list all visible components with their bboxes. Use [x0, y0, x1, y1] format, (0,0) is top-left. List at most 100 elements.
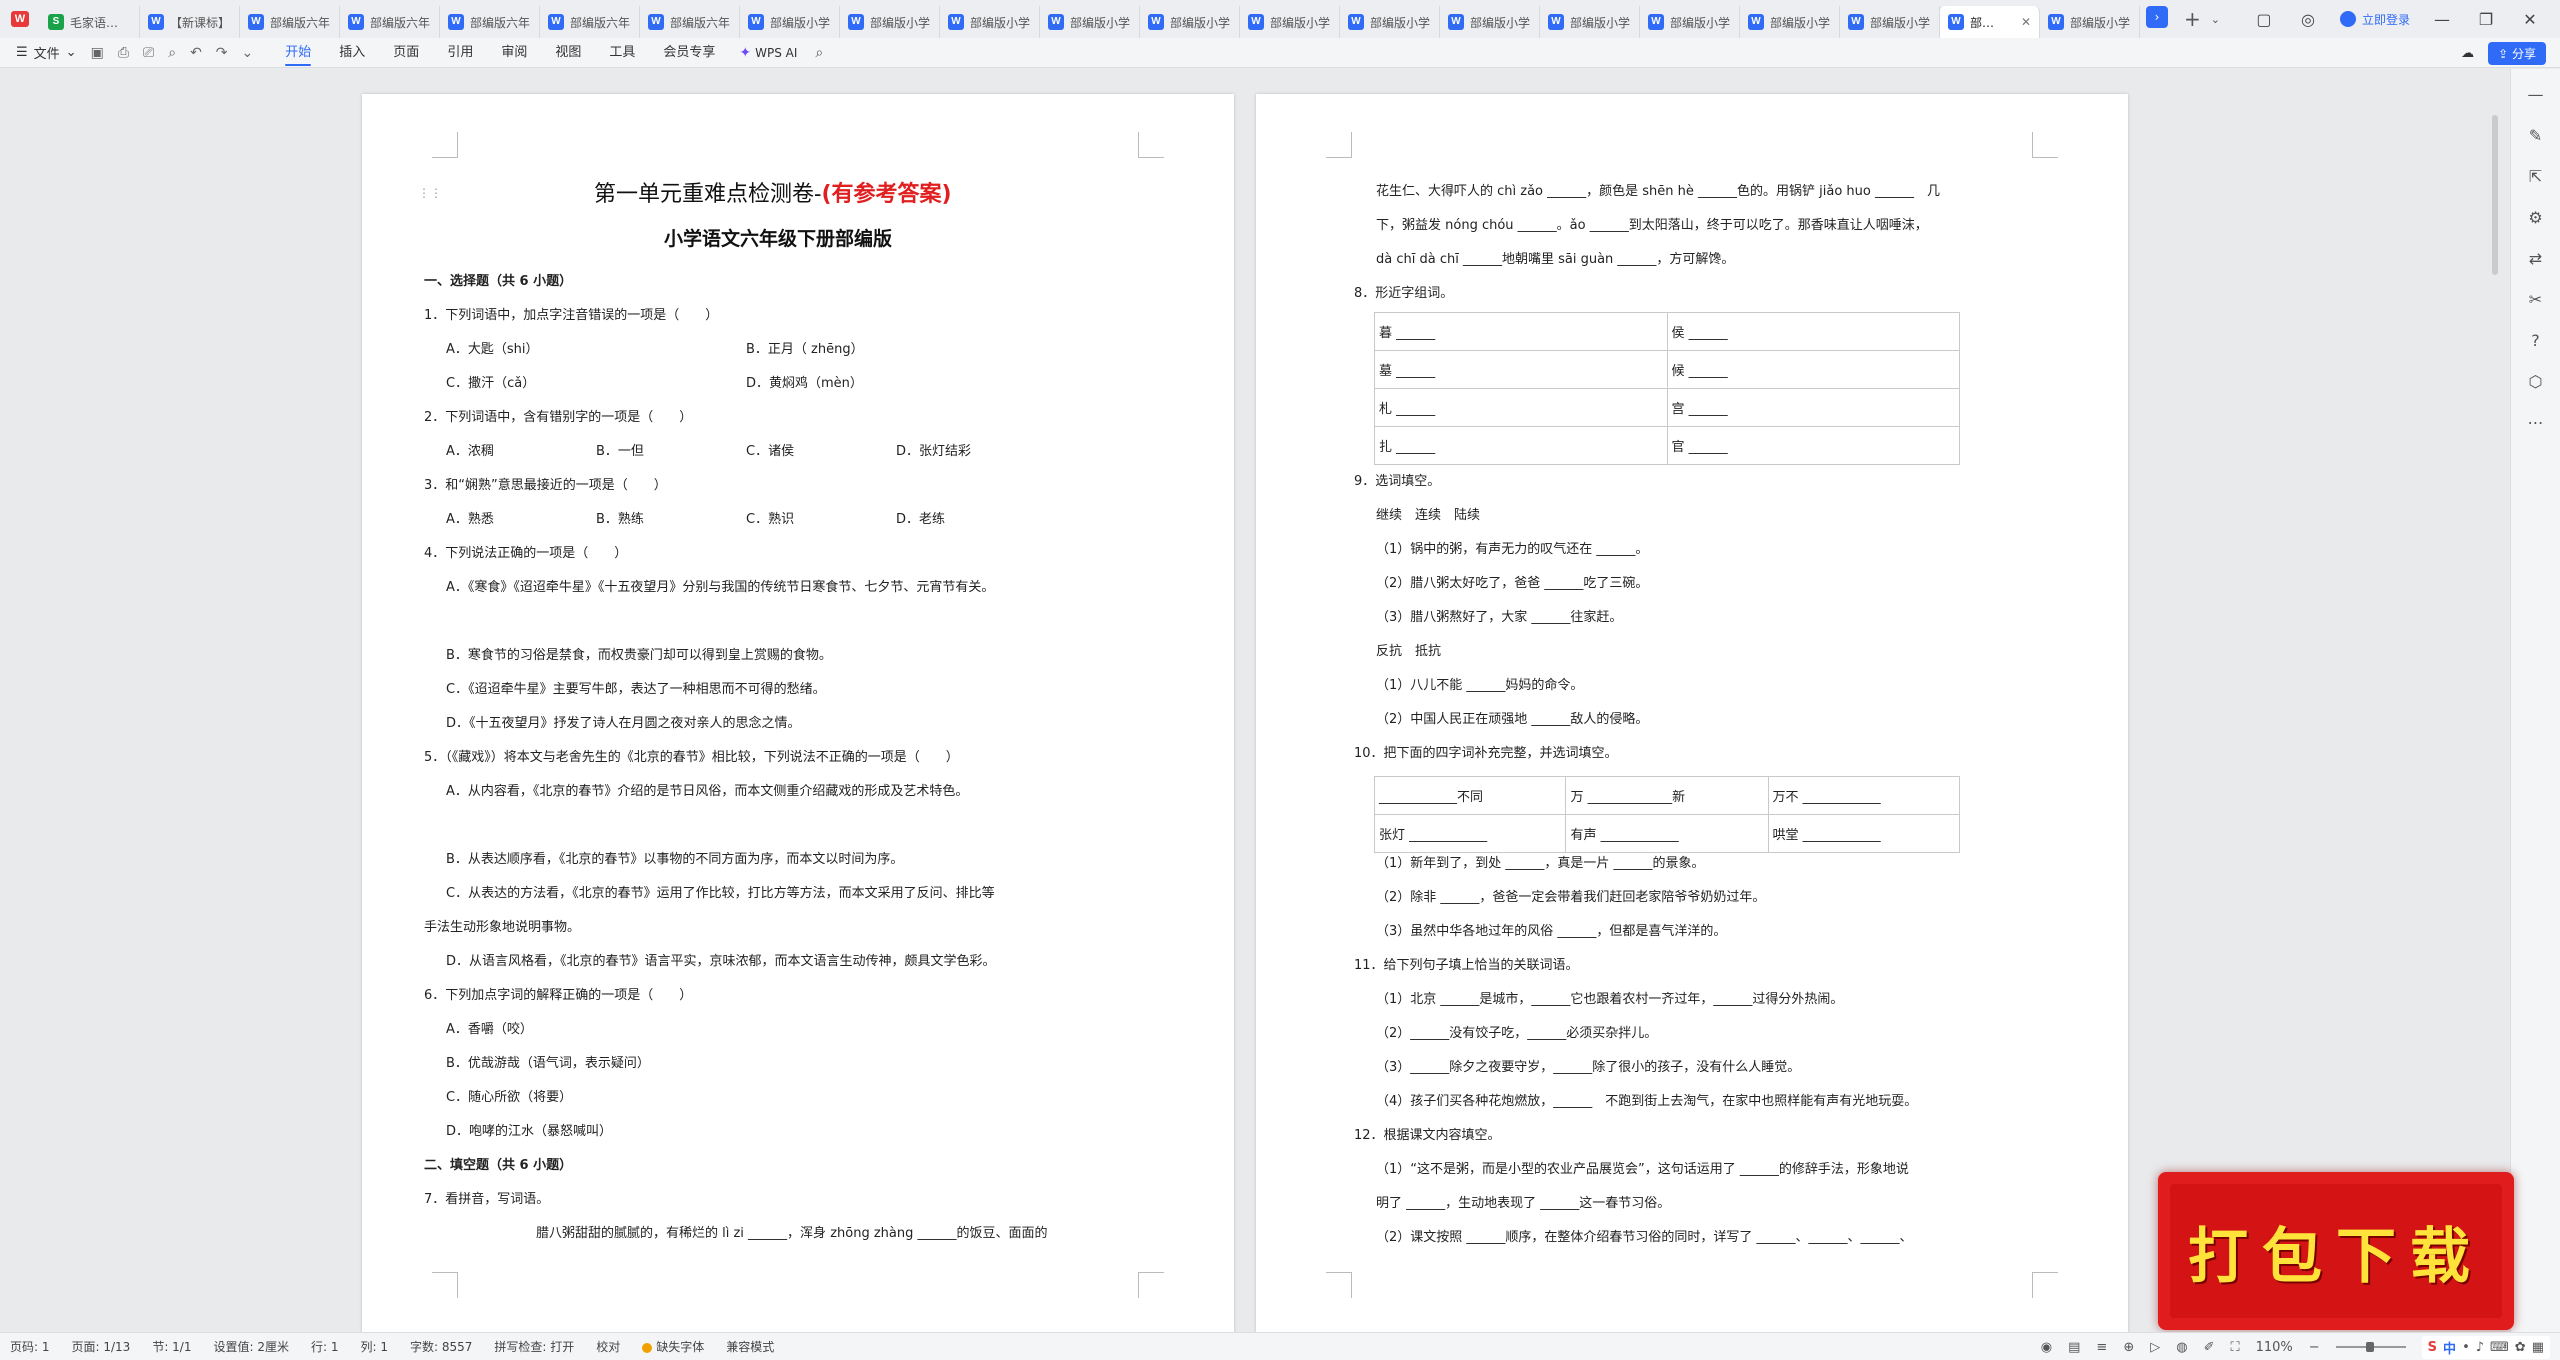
status-item[interactable]: 设置值: 2厘米	[213, 1338, 301, 1355]
tab-document[interactable]: W 部… ✕	[1940, 6, 2040, 38]
table-cell[interactable]: 墓 ______	[1374, 350, 1668, 389]
tab-document[interactable]: W 部编版小学	[840, 6, 940, 38]
table-cell[interactable]: 宫 ______	[1666, 388, 1960, 427]
tab-document[interactable]: W 部编版六年	[540, 6, 640, 38]
page-view-icon[interactable]: ▤	[2068, 1340, 2080, 1355]
edit-icon[interactable]: ✎	[2529, 126, 2542, 145]
undo-icon[interactable]: ↶	[190, 45, 202, 61]
more-tabs-icon[interactable]: ›	[2146, 6, 2168, 28]
minimize-icon[interactable]: —	[2430, 10, 2454, 29]
tab-document[interactable]: W 【新课标】	[140, 6, 240, 38]
status-item[interactable]: 字数: 8557	[410, 1338, 484, 1355]
eye-protection-icon[interactable]: ◉	[2041, 1340, 2052, 1355]
tab-menu-item[interactable]: 审阅	[487, 38, 541, 68]
tab-document[interactable]: W 部编版小学	[1240, 6, 1340, 38]
document-canvas[interactable]: ⋮⋮ 第一单元重难点检测卷-(有参考答案) 小学语文六年级下册部编版 一、选择题…	[0, 69, 2490, 1334]
pen-icon[interactable]: ✐	[2204, 1340, 2215, 1355]
select-icon[interactable]: ⇱	[2529, 167, 2542, 186]
more-icon[interactable]: ⋯	[2528, 413, 2544, 432]
quick-access-chevron-icon[interactable]: ⌄	[242, 45, 254, 61]
table-cell[interactable]: 万 _____________新	[1565, 776, 1769, 815]
page-2[interactable]: 暮 ______ 侯 ______ 墓 ______ 候 ______ 札 ______…	[1256, 94, 2128, 1334]
table-cell[interactable]: 暮 ______	[1374, 312, 1668, 351]
tab-menu-item[interactable]: 开始	[271, 38, 325, 68]
tab-document[interactable]: W 部编版六年	[440, 6, 540, 38]
share-button[interactable]: ⇪ 分享	[2488, 41, 2546, 65]
table-cell[interactable]: 候 ______	[1666, 350, 1960, 389]
wps-ai-button[interactable]: ✦ WPS AI	[729, 45, 807, 61]
table-cell[interactable]: 侯 ______	[1666, 312, 1960, 351]
download-banner[interactable]: 打包下载	[2158, 1172, 2514, 1330]
new-tab-icon[interactable]: +	[2174, 7, 2211, 31]
print-preview-icon[interactable]: ⌕	[168, 45, 176, 61]
page-1[interactable]: ⋮⋮ 第一单元重难点检测卷-(有参考答案) 小学语文六年级下册部编版 一、选择题…	[362, 94, 1234, 1334]
tab-menu-item[interactable]: 视图	[541, 38, 595, 68]
layout-icon[interactable]: ▢	[2252, 10, 2276, 29]
status-item[interactable]: 校对	[596, 1338, 632, 1355]
tab-menu-item[interactable]: 页面	[379, 38, 433, 68]
status-item[interactable]: 拼写检查: 打开	[494, 1338, 586, 1355]
tab-document[interactable]: W 部编版小学	[1040, 6, 1140, 38]
search-icon[interactable]: ⌕	[807, 45, 831, 61]
status-item[interactable]: 节: 1/1	[152, 1338, 203, 1355]
print-icon[interactable]: ⎚	[143, 45, 154, 61]
zoom-out-icon[interactable]: −	[2309, 1340, 2320, 1355]
input-method-bar[interactable]: S 中 • ♪ ⌨ ✿ ▦	[2421, 1335, 2550, 1359]
globe-icon[interactable]: ◍	[2176, 1340, 2187, 1355]
tab-menu-item[interactable]: 会员专享	[649, 38, 729, 68]
table-cell[interactable]: 扎 ______	[1374, 426, 1668, 465]
restore-icon[interactable]: ❐	[2474, 10, 2498, 29]
tab-menu-item[interactable]: 工具	[595, 38, 649, 68]
table-cell[interactable]: 官 ______	[1666, 426, 1960, 465]
tab-list-chevron-icon[interactable]: ⌄	[2211, 13, 2220, 26]
plugin-icon[interactable]: ⬡	[2529, 372, 2543, 391]
status-item[interactable]: 列: 1	[360, 1338, 400, 1355]
status-item[interactable]: 页码: 1	[10, 1338, 62, 1355]
table-cell[interactable]: 有声 ____________	[1565, 814, 1769, 853]
table-cell[interactable]: 札 ______	[1374, 388, 1668, 427]
table-cell[interactable]: ____________不同	[1373, 776, 1567, 815]
tab-document[interactable]: W 部编版六年	[340, 6, 440, 38]
tab-document[interactable]: S 毛家语…	[40, 6, 140, 38]
drag-handle-icon[interactable]: ⋮⋮	[418, 186, 442, 200]
login-button[interactable]: 立即登录	[2339, 11, 2410, 28]
vertical-scrollbar[interactable]	[2490, 80, 2500, 1330]
zoom-slider[interactable]	[2335, 1342, 2406, 1352]
zoom-level[interactable]: 110%	[2256, 1340, 2293, 1355]
wps-logo-icon[interactable]: W	[0, 0, 40, 38]
collapse-icon[interactable]: —	[2528, 85, 2544, 104]
outline-view-icon[interactable]: ≡	[2096, 1340, 2107, 1355]
status-item[interactable]: 页面: 1/13	[72, 1338, 143, 1355]
tab-document[interactable]: W 部编版小学	[1340, 6, 1440, 38]
export-pdf-icon[interactable]: ⎙	[118, 45, 129, 61]
tab-menu-item[interactable]: 引用	[433, 38, 487, 68]
save-icon[interactable]: ▣	[91, 45, 104, 61]
help-icon[interactable]: ?	[2531, 331, 2540, 350]
table-cell[interactable]: 张灯 ____________	[1373, 814, 1567, 853]
table-cell[interactable]: 哄堂 ____________	[1767, 814, 1961, 853]
tab-document[interactable]: W 部编版小学	[1640, 6, 1740, 38]
status-item[interactable]: 兼容模式	[726, 1338, 786, 1355]
tab-document[interactable]: W 部编版六年	[640, 6, 740, 38]
tools-icon[interactable]: ✂	[2529, 290, 2542, 309]
file-menu-button[interactable]: ☰ 文件 ⌄	[0, 43, 91, 62]
close-window-icon[interactable]: ✕	[2518, 10, 2542, 29]
tab-document[interactable]: W 部编版小学	[940, 6, 1040, 38]
tab-menu-item[interactable]: 插入	[325, 38, 379, 68]
tab-document[interactable]: W 部编版小学	[740, 6, 840, 38]
tab-document[interactable]: W 部编版小学	[1840, 6, 1940, 38]
adjust-icon[interactable]: ⚙	[2528, 208, 2542, 227]
translate-icon[interactable]: ⇄	[2529, 249, 2542, 268]
tab-document[interactable]: W 部编版六年	[240, 6, 340, 38]
tab-document[interactable]: W 部编版小学	[1140, 6, 1240, 38]
redo-icon[interactable]: ↷	[216, 45, 228, 61]
fit-page-icon[interactable]: ⛶	[2230, 1340, 2239, 1355]
table-cell[interactable]: 万不 ____________	[1767, 776, 1961, 815]
tab-document[interactable]: W 部编版小学	[2040, 6, 2140, 38]
read-mode-icon[interactable]: ▷	[2150, 1340, 2160, 1355]
scrollbar-thumb[interactable]	[2492, 115, 2498, 275]
status-item[interactable]: 行: 1	[311, 1338, 351, 1355]
status-item[interactable]: 缺失字体	[642, 1338, 716, 1355]
tab-document[interactable]: W 部编版小学	[1740, 6, 1840, 38]
close-tab-icon[interactable]: ✕	[2021, 15, 2031, 29]
